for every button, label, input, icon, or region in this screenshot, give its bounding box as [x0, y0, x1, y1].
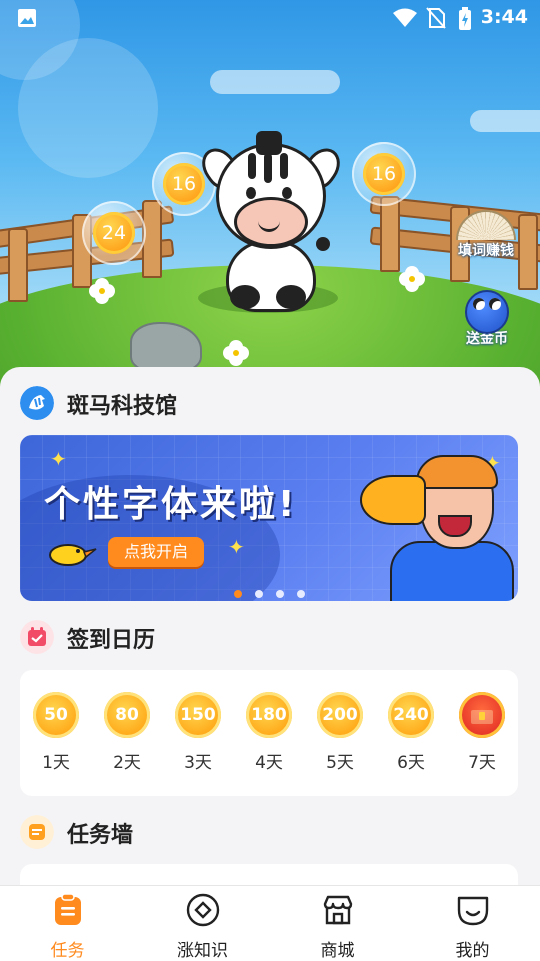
signin-calendar: 50 1天 80 2天 150 3天 180 4天 200 5天 240 6天	[20, 670, 518, 796]
open-now-button[interactable]: 点我开启	[108, 537, 204, 567]
signin-day[interactable]: 240 6天	[386, 692, 436, 773]
reward-coin: 180	[246, 692, 292, 738]
carousel-dots	[234, 583, 318, 601]
smile-icon	[457, 896, 488, 926]
day-label: 3天	[184, 753, 212, 773]
tab-label: 涨知识	[177, 941, 228, 961]
coin-value: 16	[363, 153, 405, 195]
sparkle-icon: ✦	[228, 535, 245, 559]
task-list-icon	[20, 815, 54, 849]
status-bar: 3:44	[0, 0, 540, 36]
sparkle-icon: ✦	[50, 447, 67, 471]
signin-day[interactable]: 80 2天	[102, 692, 152, 773]
signin-day[interactable]: 50 1天	[31, 692, 81, 773]
fill-words-earn-label: 填词赚钱	[458, 243, 514, 259]
treasure-chest-icon	[459, 692, 505, 738]
reward-coin: 200	[317, 692, 363, 738]
day-label: 2天	[113, 753, 141, 773]
flower	[95, 284, 109, 298]
day-label: 7天	[468, 753, 496, 773]
reward-coin: 50	[33, 692, 79, 738]
flower	[405, 272, 419, 286]
clipboard-icon	[54, 893, 81, 925]
carousel-dot[interactable]	[297, 590, 305, 598]
wifi-icon	[393, 8, 417, 27]
main-card: 斑马科技馆 ✦ ✦ ✦ 个性字体来啦! 点我开启 签到日历 50 1天 80 2…	[0, 367, 540, 894]
day-label: 6天	[397, 753, 425, 773]
reward-coin: 150	[175, 692, 221, 738]
tab-label: 商城	[320, 941, 355, 961]
promo-banner[interactable]: ✦ ✦ ✦ 个性字体来啦! 点我开启	[20, 435, 518, 601]
zebra-badge-icon	[20, 386, 54, 420]
banner-headline: 个性字体来啦!	[44, 484, 298, 525]
day-label: 1天	[42, 753, 70, 773]
task-wall-title: 任务墙	[67, 823, 134, 848]
signin-day[interactable]: 180 4天	[244, 692, 294, 773]
tab-mine[interactable]: 我的	[405, 886, 540, 961]
signin-title: 签到日历	[67, 628, 156, 653]
day-label: 4天	[255, 753, 283, 773]
tab-label: 任务	[50, 941, 85, 961]
frog-icon	[465, 290, 509, 334]
coin-value: 24	[93, 212, 135, 254]
reward-coin: 80	[104, 692, 150, 738]
flower	[229, 346, 243, 360]
day-label: 5天	[326, 753, 354, 773]
tab-label: 我的	[455, 941, 490, 961]
bottom-tab-bar: 任务 涨知识 商城 我的	[0, 885, 540, 961]
diamond-icon	[186, 893, 219, 927]
megaphone-man-illustration	[360, 455, 514, 601]
reward-coin: 240	[388, 692, 434, 738]
cloud	[470, 110, 540, 132]
signin-day[interactable]: 150 3天	[173, 692, 223, 773]
carousel-dot[interactable]	[255, 590, 263, 598]
cloud	[210, 70, 340, 94]
zebra-mascot[interactable]	[194, 125, 348, 313]
hero-scene: 3:44 16 24 16 填词赚钱 送金币	[0, 0, 540, 400]
send-coins-button[interactable]: 送金币	[452, 290, 522, 348]
bird-icon	[49, 544, 97, 566]
carousel-dot[interactable]	[234, 590, 242, 598]
tab-knowledge[interactable]: 涨知识	[135, 886, 270, 961]
tab-store[interactable]: 商城	[270, 886, 405, 961]
tab-tasks[interactable]: 任务	[0, 886, 135, 961]
fan-icon	[456, 210, 516, 240]
no-sim-icon	[426, 7, 446, 29]
signin-day[interactable]: 200 5天	[315, 692, 365, 773]
fill-words-earn-button[interactable]: 填词赚钱	[448, 210, 524, 260]
gallery-icon	[18, 9, 36, 27]
museum-title: 斑马科技馆	[67, 394, 178, 419]
store-icon	[323, 895, 352, 925]
calendar-icon	[20, 620, 54, 654]
coin-bubble[interactable]: 24	[82, 201, 146, 265]
sky-bubble	[18, 38, 158, 178]
battery-charging-icon	[459, 7, 471, 30]
status-time: 3:44	[480, 6, 528, 28]
signin-day[interactable]: 7天	[457, 692, 507, 773]
coin-bubble[interactable]: 16	[352, 142, 416, 206]
carousel-dot[interactable]	[276, 590, 284, 598]
